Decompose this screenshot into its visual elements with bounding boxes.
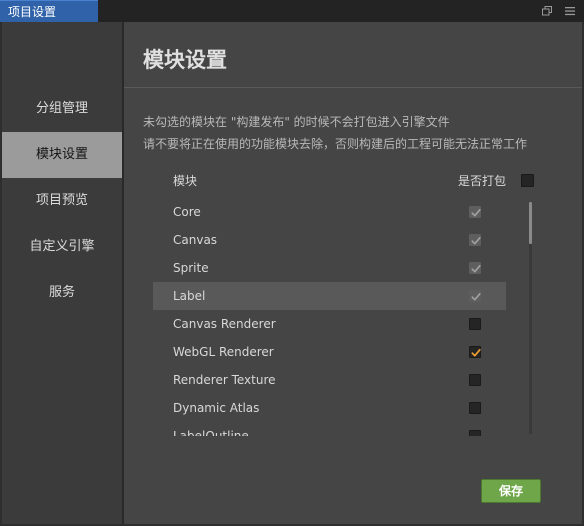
- title-divider: [124, 87, 582, 88]
- sidebar: 分组管理 模块设置 项目预览 自定义引擎 服务: [2, 22, 122, 524]
- page-title: 模块设置: [143, 48, 227, 72]
- module-include-checkbox: [469, 234, 481, 246]
- module-row[interactable]: Canvas Renderer: [153, 310, 506, 338]
- module-include-checkbox[interactable]: [469, 374, 481, 386]
- module-row[interactable]: Sprite: [153, 254, 506, 282]
- module-name: WebGL Renderer: [173, 345, 274, 359]
- scrollbar-thumb[interactable]: [529, 202, 532, 244]
- module-name: Sprite: [173, 261, 209, 275]
- checkmark-icon: [471, 348, 481, 357]
- module-include-checkbox: [469, 262, 481, 274]
- checkmark-icon: [471, 236, 481, 245]
- main-content: 模块设置 未勾选的模块在 "构建发布" 的时候不会打包进入引擎文件 请不要将正在…: [124, 22, 582, 524]
- module-include-checkbox[interactable]: [469, 430, 481, 436]
- module-name: Canvas Renderer: [173, 317, 276, 331]
- sidebar-item-custom-engine[interactable]: 自定义引擎: [2, 224, 122, 270]
- save-button[interactable]: 保存: [481, 479, 541, 503]
- column-header-module: 模块: [173, 174, 198, 188]
- module-row[interactable]: Canvas: [153, 226, 506, 254]
- module-row[interactable]: Label: [153, 282, 506, 310]
- checkmark-icon: [471, 264, 481, 273]
- module-row[interactable]: Renderer Texture: [153, 366, 506, 394]
- sidebar-item-module-settings[interactable]: 模块设置: [2, 132, 122, 178]
- notice-line-1: 未勾选的模块在 "构建发布" 的时候不会打包进入引擎文件: [143, 115, 450, 129]
- title-bar: 项目设置: [0, 0, 584, 22]
- module-name: Canvas: [173, 233, 218, 247]
- column-header-include: 是否打包: [458, 174, 507, 188]
- sidebar-item-services[interactable]: 服务: [2, 270, 122, 316]
- module-include-checkbox: [469, 206, 481, 218]
- sidebar-item-group-management[interactable]: 分组管理: [2, 86, 122, 132]
- window-tab[interactable]: 项目设置: [0, 0, 98, 22]
- module-row[interactable]: Dynamic Atlas: [153, 394, 506, 422]
- module-include-checkbox[interactable]: [469, 318, 481, 330]
- module-row[interactable]: WebGL Renderer: [153, 338, 506, 366]
- module-row[interactable]: Core: [153, 198, 506, 226]
- settings-panel: 分组管理 模块设置 项目预览 自定义引擎 服务 模块设置 未勾选的模块在 "构建…: [0, 22, 584, 526]
- module-name: Renderer Texture: [173, 373, 276, 387]
- select-all-checkbox[interactable]: [521, 174, 534, 187]
- module-include-checkbox[interactable]: [469, 346, 481, 358]
- module-include-checkbox: [469, 290, 481, 302]
- checkmark-icon: [471, 208, 481, 217]
- window-restore-icon[interactable]: [540, 4, 554, 18]
- module-name: Label: [173, 289, 206, 303]
- module-include-checkbox[interactable]: [469, 402, 481, 414]
- module-name: Core: [173, 205, 201, 219]
- module-row[interactable]: LabelOutline: [153, 422, 506, 436]
- module-name: LabelOutline: [173, 429, 249, 436]
- hamburger-menu-icon[interactable]: [563, 4, 577, 18]
- module-list: Core Canvas Sprite Label Canvas Renderer WebG…: [153, 198, 506, 436]
- module-name: Dynamic Atlas: [173, 401, 260, 415]
- sidebar-item-project-preview[interactable]: 项目预览: [2, 178, 122, 224]
- checkmark-icon: [471, 292, 481, 301]
- notice-line-2: 请不要将正在使用的功能模块去除，否则构建后的工程可能无法正常工作: [143, 137, 528, 151]
